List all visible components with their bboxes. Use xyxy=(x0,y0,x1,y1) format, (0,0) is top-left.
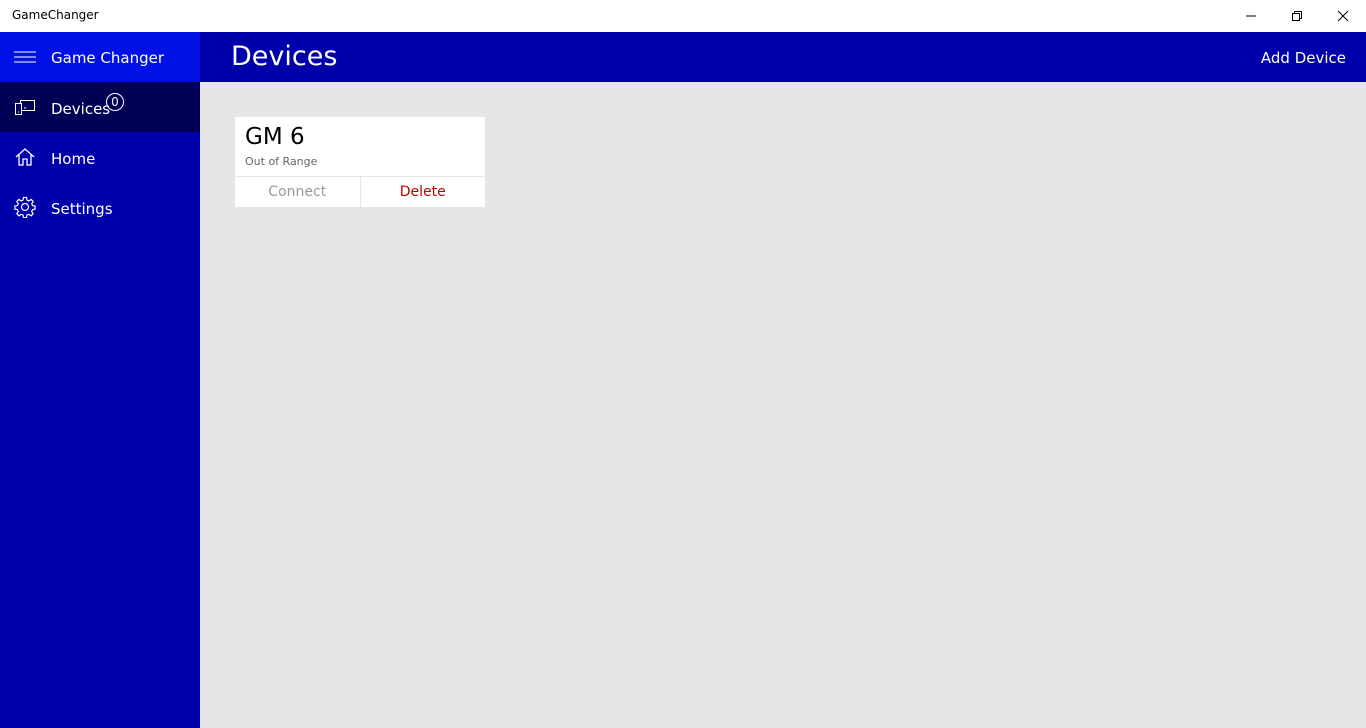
home-icon xyxy=(15,148,35,166)
device-status: Out of Range xyxy=(245,155,318,168)
app-name: Game Changer xyxy=(51,49,165,67)
nav-item-home[interactable]: Home xyxy=(0,132,200,182)
page-title: Devices xyxy=(231,41,338,72)
devices-icon xyxy=(15,100,35,115)
hamburger-button[interactable] xyxy=(14,48,36,66)
device-actions: Connect Delete xyxy=(235,176,485,207)
device-card: GM 6 Out of Range Connect Delete xyxy=(235,117,485,207)
gear-icon xyxy=(14,196,36,218)
minimize-button[interactable] xyxy=(1228,0,1274,32)
close-icon xyxy=(1337,10,1349,22)
nav-label-devices: Devices xyxy=(51,100,111,118)
hamburger-icon xyxy=(14,51,36,63)
add-device-button[interactable]: Add Device xyxy=(1261,49,1346,67)
device-name: GM 6 xyxy=(245,124,305,150)
nav-item-settings[interactable]: Settings xyxy=(0,182,200,232)
title-bar: GameChanger xyxy=(0,0,1366,32)
delete-button[interactable]: Delete xyxy=(361,177,486,207)
restore-button[interactable] xyxy=(1274,0,1320,32)
restore-icon xyxy=(1292,11,1302,21)
connect-button[interactable]: Connect xyxy=(235,177,361,207)
window-title: GameChanger xyxy=(12,8,99,22)
nav-label-home: Home xyxy=(51,150,96,168)
nav-item-devices[interactable]: Devices 0 xyxy=(0,82,200,132)
pane-header: Game Changer xyxy=(0,32,200,82)
minimize-icon xyxy=(1246,15,1256,17)
close-button[interactable] xyxy=(1320,0,1366,32)
navigation-pane: Game Changer Devices 0 Home Settings xyxy=(0,32,200,728)
devices-count-badge: 0 xyxy=(106,93,124,111)
nav-label-settings: Settings xyxy=(51,200,113,218)
page-header: Devices Add Device xyxy=(200,32,1366,82)
